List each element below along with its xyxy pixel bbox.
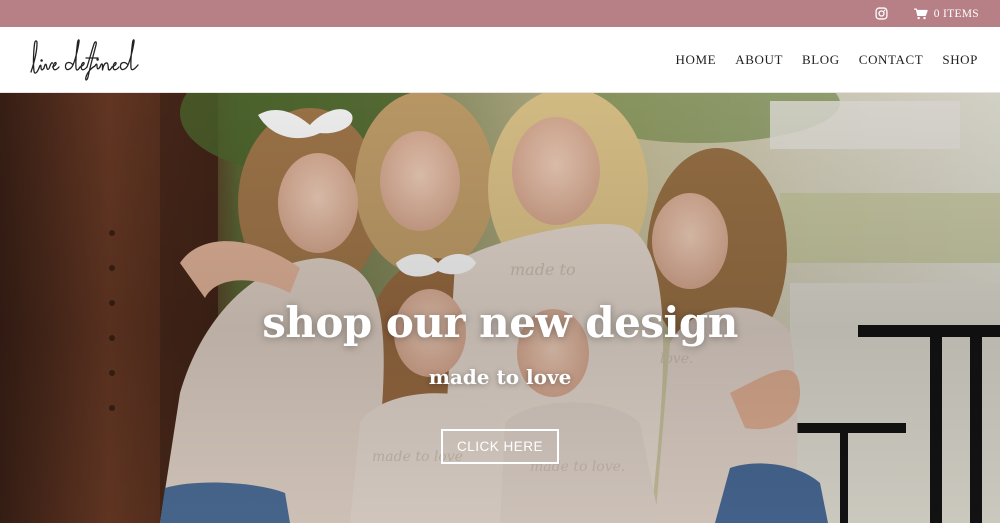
click-here-button[interactable]: CLICK HERE: [441, 429, 559, 464]
site-logo[interactable]: [28, 37, 150, 81]
nav-item-home[interactable]: HOME: [676, 52, 717, 68]
nav-item-contact[interactable]: CONTACT: [859, 52, 924, 68]
cart-link[interactable]: 0 ITEMS: [913, 7, 979, 20]
site-header: HOME ABOUT BLOG CONTACT SHOP: [0, 27, 1000, 93]
main-nav: HOME ABOUT BLOG CONTACT SHOP: [676, 27, 978, 93]
instagram-icon: [875, 7, 888, 20]
hero-subtitle: made to love: [428, 365, 572, 389]
nav-item-shop[interactable]: SHOP: [942, 52, 978, 68]
cart-item-count: 0 ITEMS: [933, 7, 979, 20]
instagram-link[interactable]: [875, 7, 888, 20]
hero-overlay: shop our new design made to love CLICK H…: [0, 93, 1000, 523]
shopping-cart-icon: [913, 7, 928, 19]
hero-banner: made to love. made to love made to love.…: [0, 93, 1000, 523]
nav-item-blog[interactable]: BLOG: [802, 52, 840, 68]
top-utility-bar: 0 ITEMS: [0, 0, 1000, 27]
nav-item-about[interactable]: ABOUT: [735, 52, 783, 68]
hero-title: shop our new design: [262, 298, 738, 347]
